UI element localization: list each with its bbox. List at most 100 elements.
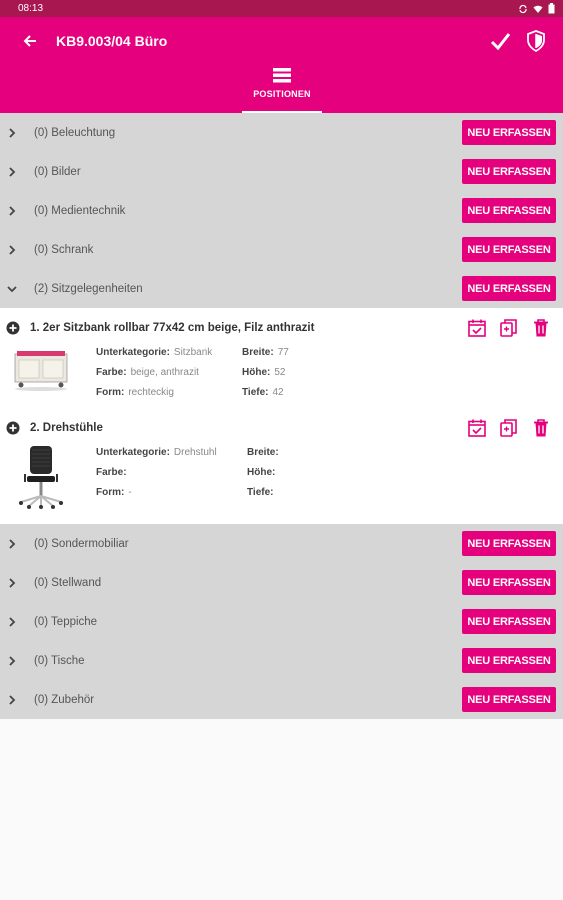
label-form: Form:	[96, 486, 125, 498]
category-row-teppiche[interactable]: (0) Teppiche NEU ERFASSEN	[0, 602, 563, 641]
value-form: -	[128, 486, 132, 498]
chevron-right-icon	[6, 538, 18, 550]
add-circle-icon[interactable]	[6, 421, 20, 435]
category-label: (0) Stellwand	[34, 576, 102, 589]
category-row-tische[interactable]: (0) Tische NEU ERFASSEN	[0, 641, 563, 680]
chevron-down-icon	[6, 283, 18, 295]
position-item[interactable]: 2. Drehstühle Unterkategorie: Drehstuhl …	[0, 414, 563, 524]
tab-label: POSITIONEN	[253, 89, 311, 99]
chevron-right-icon	[6, 205, 18, 217]
app-bar: KB9.003/04 Büro POSITIONEN	[0, 17, 563, 113]
category-label: (0) Schrank	[34, 243, 94, 256]
status-icons	[518, 3, 555, 14]
delete-button[interactable]	[529, 416, 553, 440]
status-bar: 08:13	[0, 0, 563, 17]
save-button[interactable]	[485, 26, 515, 56]
label-farbe: Farbe:	[96, 466, 127, 478]
position-item[interactable]: 1. 2er Sitzbank rollbar 77x42 cm beige, …	[0, 314, 563, 414]
new-entry-button[interactable]: NEU ERFASSEN	[462, 120, 556, 145]
value-hoehe: 52	[274, 366, 286, 378]
category-row-bilder[interactable]: (0) Bilder NEU ERFASSEN	[0, 152, 563, 191]
category-label: (0) Medientechnik	[34, 204, 126, 217]
label-breite: Breite:	[242, 346, 274, 358]
chevron-right-icon	[6, 577, 18, 589]
chevron-right-icon	[6, 616, 18, 628]
status-time: 08:13	[18, 3, 44, 14]
copy-icon	[500, 319, 517, 337]
sync-icon	[519, 4, 527, 13]
category-row-sitzgelegenheiten[interactable]: (2) Sitzgelegenheiten NEU ERFASSEN	[0, 269, 563, 308]
chevron-right-icon	[6, 694, 18, 706]
category-label: (0) Zubehör	[34, 693, 95, 706]
categories-bottom: (0) Sondermobiliar NEU ERFASSEN (0) Stel…	[0, 524, 563, 719]
label-form: Form:	[96, 386, 125, 398]
value-unterkategorie: Drehstuhl	[173, 446, 217, 458]
sitzbank-image	[6, 342, 76, 398]
value-farbe: beige, anthrazit	[130, 366, 199, 378]
label-hoehe: Höhe:	[242, 366, 271, 378]
shield-icon	[527, 29, 545, 52]
category-label: (0) Sondermobiliar	[34, 537, 129, 550]
tab-positionen[interactable]: POSITIONEN	[242, 67, 322, 113]
value-unterkategorie: Sitzbank	[173, 346, 213, 358]
value-breite: 77	[277, 346, 289, 358]
menu-icon	[273, 68, 291, 83]
back-arrow-icon	[23, 34, 36, 47]
category-row-zubehoer[interactable]: (0) Zubehör NEU ERFASSEN	[0, 680, 563, 719]
check-icon	[490, 32, 511, 50]
new-entry-button[interactable]: NEU ERFASSEN	[462, 198, 556, 223]
label-farbe: Farbe:	[96, 366, 127, 378]
wifi-icon	[533, 5, 543, 13]
category-label: (0) Teppiche	[34, 615, 98, 628]
category-label: (0) Beleuchtung	[34, 126, 116, 139]
label-tiefe: Tiefe:	[247, 486, 274, 498]
position-list: 1. 2er Sitzbank rollbar 77x42 cm beige, …	[0, 308, 563, 524]
label-hoehe: Höhe:	[247, 466, 276, 478]
calendar-check-icon	[468, 419, 486, 437]
categories-top: (0) Beleuchtung NEU ERFASSEN (0) Bilder …	[0, 113, 563, 308]
shield-button[interactable]	[521, 26, 551, 56]
category-label: (2) Sitzgelegenheiten	[34, 282, 143, 295]
new-entry-button[interactable]: NEU ERFASSEN	[462, 237, 556, 262]
chevron-right-icon	[6, 166, 18, 178]
calendar-button[interactable]	[465, 416, 489, 440]
chevron-right-icon	[6, 655, 18, 667]
copy-button[interactable]	[497, 316, 521, 340]
label-unterkategorie: Unterkategorie:	[96, 346, 170, 358]
tab-indicator	[242, 111, 322, 113]
drehstuhl-image	[6, 442, 76, 512]
back-button[interactable]	[18, 29, 42, 53]
category-row-medientechnik[interactable]: (0) Medientechnik NEU ERFASSEN	[0, 191, 563, 230]
category-row-sondermobiliar[interactable]: (0) Sondermobiliar NEU ERFASSEN	[0, 524, 563, 563]
label-breite: Breite:	[247, 446, 279, 458]
new-entry-button[interactable]: NEU ERFASSEN	[462, 687, 556, 712]
battery-icon	[548, 3, 555, 14]
label-tiefe: Tiefe:	[242, 386, 269, 398]
delete-button[interactable]	[529, 316, 553, 340]
category-label: (0) Tische	[34, 654, 85, 667]
new-entry-button[interactable]: NEU ERFASSEN	[462, 159, 556, 184]
position-title: 2. Drehstühle	[30, 422, 103, 434]
calendar-button[interactable]	[465, 316, 489, 340]
chevron-right-icon	[6, 127, 18, 139]
category-row-schrank[interactable]: (0) Schrank NEU ERFASSEN	[0, 230, 563, 269]
new-entry-button[interactable]: NEU ERFASSEN	[462, 609, 556, 634]
new-entry-button[interactable]: NEU ERFASSEN	[462, 276, 556, 301]
trash-icon	[534, 419, 548, 437]
page-title: KB9.003/04 Büro	[56, 32, 168, 49]
copy-button[interactable]	[497, 416, 521, 440]
new-entry-button[interactable]: NEU ERFASSEN	[462, 570, 556, 595]
calendar-check-icon	[468, 319, 486, 337]
copy-icon	[500, 419, 517, 437]
category-row-beleuchtung[interactable]: (0) Beleuchtung NEU ERFASSEN	[0, 113, 563, 152]
add-circle-icon[interactable]	[6, 321, 20, 335]
value-tiefe: 42	[272, 386, 284, 398]
position-title: 1. 2er Sitzbank rollbar 77x42 cm beige, …	[30, 322, 315, 334]
label-unterkategorie: Unterkategorie:	[96, 446, 170, 458]
category-row-stellwand[interactable]: (0) Stellwand NEU ERFASSEN	[0, 563, 563, 602]
value-form: rechteckig	[128, 386, 174, 398]
new-entry-button[interactable]: NEU ERFASSEN	[462, 531, 556, 556]
chevron-right-icon	[6, 244, 18, 256]
new-entry-button[interactable]: NEU ERFASSEN	[462, 648, 556, 673]
category-label: (0) Bilder	[34, 165, 81, 178]
